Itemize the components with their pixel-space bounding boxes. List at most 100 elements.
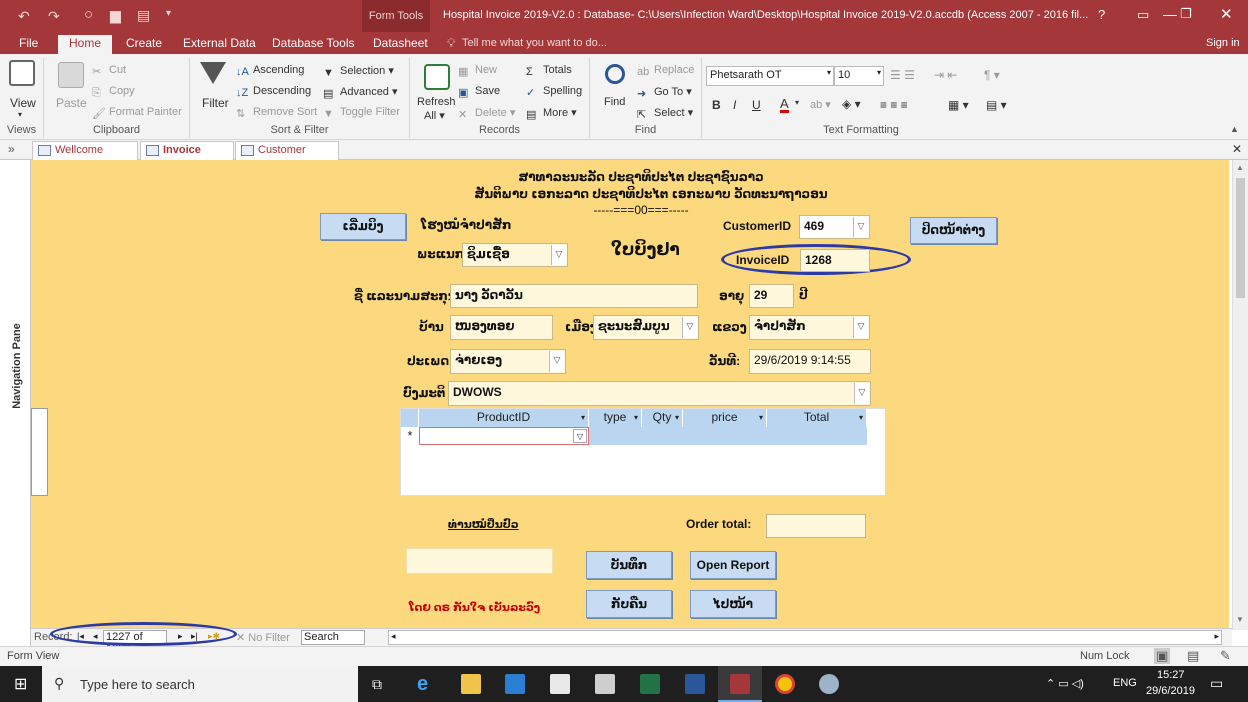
font-color-button[interactable]: A bbox=[780, 97, 789, 113]
sign-in-link[interactable]: Sign in bbox=[1206, 37, 1240, 49]
copy-button[interactable]: ⎘ Copy bbox=[92, 85, 135, 99]
scroll-left-icon[interactable]: ◂ bbox=[391, 631, 396, 642]
ribbon-display-icon[interactable]: ▭ bbox=[1137, 7, 1149, 23]
advanced-button[interactable]: ▤ Advanced ▾ bbox=[323, 85, 398, 100]
find-button[interactable]: Find bbox=[604, 96, 625, 108]
app-icon[interactable] bbox=[819, 674, 839, 694]
cut-button[interactable]: ✂ Cut bbox=[92, 64, 126, 78]
view-dropdown-icon[interactable]: ▾ bbox=[18, 110, 22, 119]
font-name-combo[interactable]: Phetsarath OT ▾ bbox=[706, 66, 834, 86]
word-icon[interactable] bbox=[685, 674, 705, 694]
name-field[interactable]: ນາງ ວັດາວັນ bbox=[450, 284, 698, 308]
district-combo[interactable]: ຊະນະສົມບູນ ▽ bbox=[593, 315, 699, 340]
sort-dropdown-icon[interactable]: ▾ bbox=[675, 409, 679, 426]
close-document-icon[interactable]: ✕ bbox=[1232, 142, 1242, 156]
record-selector[interactable] bbox=[31, 408, 48, 496]
close-form-button[interactable]: ປິດໜ້າຕ່າງ bbox=[910, 217, 997, 244]
view-icon[interactable] bbox=[9, 60, 35, 86]
tab-database-tools[interactable]: Database Tools bbox=[263, 35, 364, 54]
mail-icon[interactable] bbox=[550, 674, 570, 694]
taskbar-search-box[interactable]: ⚲ Type here to search bbox=[42, 666, 358, 702]
tray-icons[interactable]: ⌃ ▭ ◁) bbox=[1046, 677, 1084, 690]
spelling-button[interactable]: ✓ Spelling bbox=[526, 85, 582, 99]
column-header-type[interactable]: type ▾ bbox=[589, 409, 642, 427]
type-combo[interactable]: ຈ່າຍເອງ ▽ bbox=[450, 349, 566, 374]
date-field[interactable]: 29/6/2019 9:14:55 bbox=[749, 349, 871, 374]
select-all-corner[interactable] bbox=[401, 409, 419, 427]
doctor-field[interactable] bbox=[406, 548, 553, 574]
paragraph-direction-icon[interactable]: ¶ ▾ bbox=[984, 68, 1000, 82]
language-indicator[interactable]: ENG bbox=[1113, 677, 1137, 689]
scroll-down-icon[interactable]: ▼ bbox=[1236, 615, 1244, 624]
no-filter-indicator[interactable]: ✕ No Filter bbox=[236, 631, 290, 644]
column-header-price[interactable]: price ▾ bbox=[683, 409, 767, 427]
layout-view-icon[interactable]: ▤ bbox=[1187, 648, 1199, 664]
indent-icon[interactable]: ⇥ ⇤ bbox=[934, 68, 957, 82]
tab-home[interactable]: Home bbox=[58, 35, 112, 54]
bold-button[interactable]: B bbox=[712, 98, 721, 112]
store-icon[interactable] bbox=[505, 674, 525, 694]
chevron-down-icon[interactable]: ▽ bbox=[853, 217, 868, 237]
column-header-total[interactable]: Total ▾ bbox=[767, 409, 867, 427]
remove-sort-button[interactable]: ⇅ Remove Sort bbox=[236, 106, 317, 120]
customize-qat-icon[interactable]: ▾ bbox=[166, 8, 171, 19]
navigation-pane[interactable]: Navigation Pane bbox=[0, 160, 31, 646]
minimize-icon[interactable]: — bbox=[1163, 6, 1177, 22]
selection-button[interactable]: ▼ Selection ▾ bbox=[323, 64, 394, 79]
tab-wellcome-form[interactable]: Wellcome Form bbox=[32, 141, 138, 173]
undo-icon[interactable]: ↶ bbox=[18, 8, 30, 25]
start-button[interactable]: ເລີ່ມບິງ bbox=[320, 213, 406, 240]
alternate-row-icon[interactable]: ▤ ▾ bbox=[986, 98, 1007, 112]
order-total-field[interactable] bbox=[766, 514, 866, 538]
circle-icon[interactable]: ○ bbox=[84, 6, 93, 23]
calculator-icon[interactable] bbox=[595, 674, 615, 694]
bullets-icon[interactable]: ☰ ☰ bbox=[890, 68, 915, 82]
magnifier-icon[interactable] bbox=[605, 64, 625, 84]
vertical-scrollbar[interactable]: ▲ ▼ bbox=[1232, 160, 1248, 630]
form-view-icon[interactable]: ▣ bbox=[1154, 648, 1171, 664]
restore-icon[interactable]: ❐ bbox=[1180, 6, 1192, 22]
scroll-right-icon[interactable]: ▸ bbox=[1214, 631, 1219, 642]
format-painter-button[interactable]: 🖌︎ Format Painter bbox=[92, 106, 182, 120]
view-button[interactable]: View bbox=[10, 96, 36, 110]
age-field[interactable]: 29 bbox=[749, 284, 794, 308]
font-size-combo[interactable]: 10 ▾ bbox=[834, 66, 884, 86]
open-report-button[interactable]: Open Report bbox=[690, 551, 776, 579]
design-view-icon[interactable]: ✎ bbox=[1220, 648, 1231, 664]
scroll-up-icon[interactable]: ▲ bbox=[1236, 163, 1244, 172]
tab-create[interactable]: Create bbox=[117, 35, 171, 54]
descending-button[interactable]: ↓Z Descending bbox=[236, 85, 311, 99]
chevron-down-icon[interactable]: ▽ bbox=[853, 317, 868, 338]
delete-record-button[interactable]: ✕ Delete ▾ bbox=[458, 106, 515, 121]
chevron-down-icon[interactable]: ▽ bbox=[854, 383, 869, 404]
sort-dropdown-icon[interactable]: ▾ bbox=[634, 409, 638, 426]
close-window-icon[interactable]: ✕ bbox=[1220, 5, 1233, 23]
refresh-all-sublabel[interactable]: All ▾ bbox=[424, 109, 445, 122]
font-color-dropdown-icon[interactable]: ▾ bbox=[795, 98, 799, 107]
refresh-icon[interactable] bbox=[424, 64, 450, 90]
tab-file[interactable]: File bbox=[10, 35, 47, 54]
totals-button[interactable]: Σ Totals bbox=[526, 64, 572, 78]
expand-nav-icon[interactable]: » bbox=[8, 142, 15, 156]
help-icon[interactable]: ? bbox=[1098, 7, 1105, 22]
paste-icon[interactable] bbox=[58, 62, 84, 88]
select-button[interactable]: ⇱ Select ▾ bbox=[637, 106, 693, 121]
productid-new-cell[interactable]: ▽ bbox=[419, 427, 589, 445]
tab-external-data[interactable]: External Data bbox=[174, 35, 265, 54]
chevron-down-icon[interactable]: ▽ bbox=[682, 317, 697, 338]
clock-date[interactable]: 29/6/2019 bbox=[1146, 685, 1195, 697]
align-icons[interactable]: ≡ ≡ ≡ bbox=[880, 98, 908, 112]
collapse-ribbon-icon[interactable]: ▲ bbox=[1230, 124, 1239, 134]
paste-button[interactable]: Paste bbox=[56, 96, 87, 110]
diagnosis-combo[interactable]: DWOWS ▽ bbox=[448, 381, 871, 406]
undo-button[interactable]: ກັບຄືນ bbox=[586, 590, 672, 618]
highlight-icon[interactable]: ab ▾ bbox=[810, 98, 831, 111]
village-field[interactable]: ໜອງທອຍ bbox=[450, 315, 553, 340]
goto-button[interactable]: ➜ Go To ▾ bbox=[637, 85, 692, 100]
tab-invoice-table[interactable]: Invoice table bbox=[140, 141, 234, 173]
tab-customer-table[interactable]: Customer table bbox=[235, 141, 339, 173]
funnel-icon[interactable] bbox=[200, 62, 226, 84]
chevron-down-icon[interactable]: ▽ bbox=[573, 429, 587, 443]
province-combo[interactable]: ຈຳປາສັກ ▽ bbox=[749, 315, 870, 340]
clock-time[interactable]: 15:27 bbox=[1157, 669, 1185, 681]
